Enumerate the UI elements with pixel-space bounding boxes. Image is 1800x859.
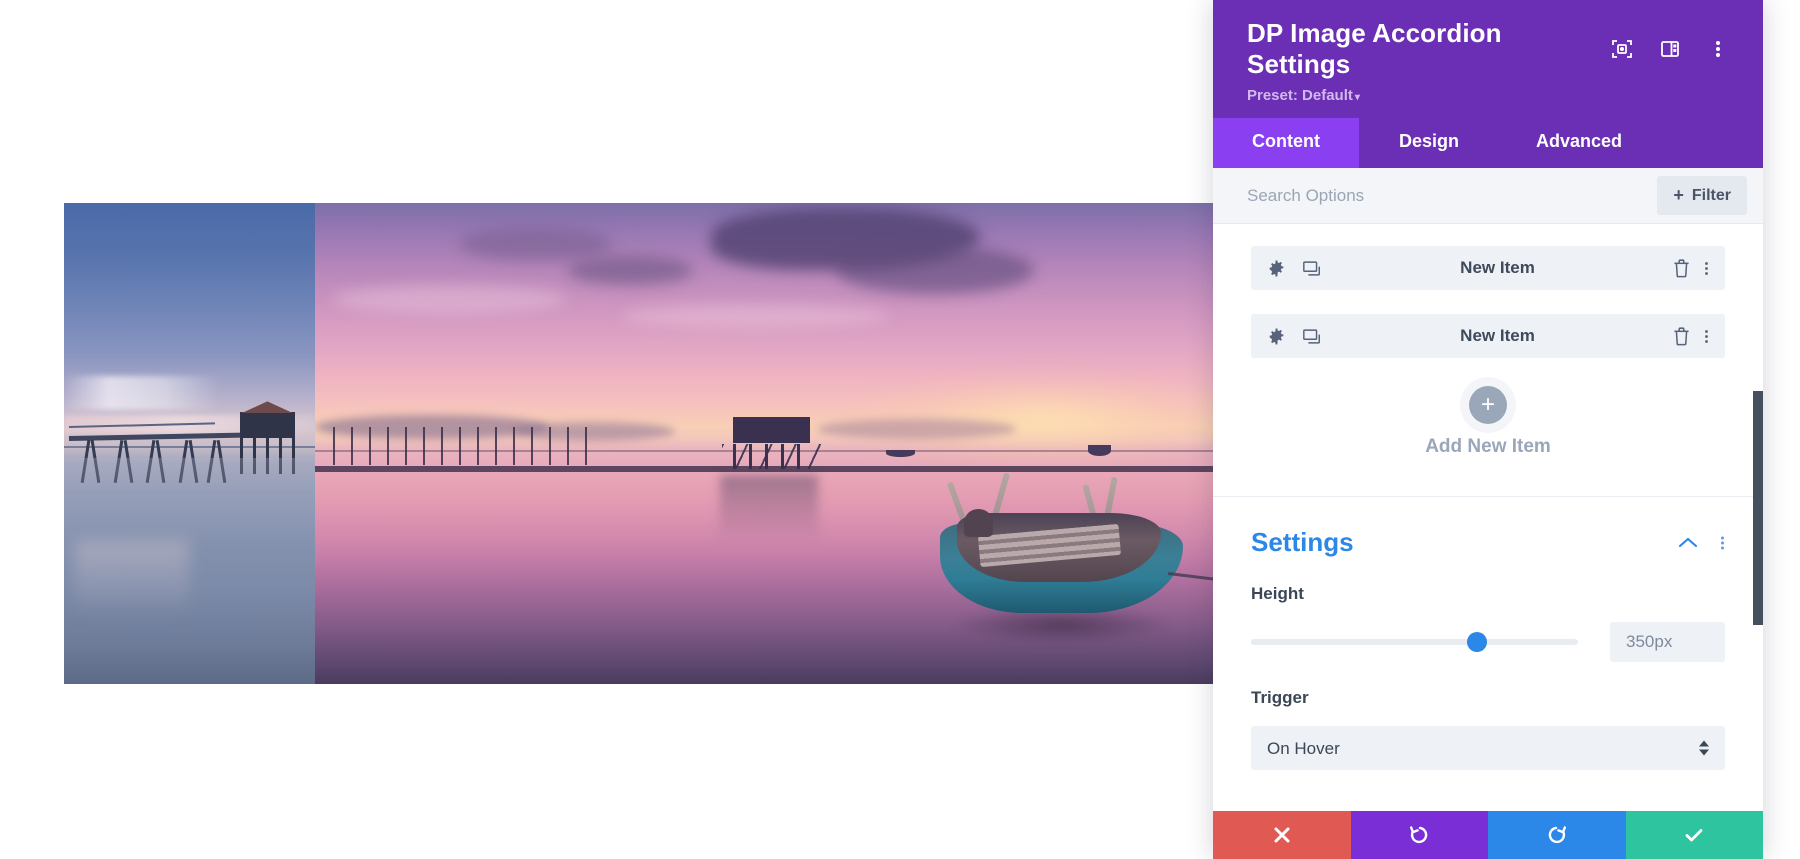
filter-label: Filter bbox=[1691, 186, 1731, 204]
chevron-up-icon[interactable] bbox=[1678, 536, 1698, 549]
search-input[interactable] bbox=[1247, 185, 1658, 206]
action-bar bbox=[1213, 811, 1763, 859]
panel-body: New Item New Item + Add New Item Setting… bbox=[1213, 224, 1763, 811]
preset-selector[interactable]: Preset: Default ▾ bbox=[1247, 87, 1729, 104]
plus-icon: + bbox=[1673, 185, 1684, 206]
add-new-item-button[interactable]: + Add New Item bbox=[1251, 382, 1725, 488]
kebab-menu-icon[interactable] bbox=[1707, 38, 1729, 60]
items-list: New Item New Item + Add New Item bbox=[1213, 224, 1763, 498]
undo-button[interactable] bbox=[1350, 811, 1488, 859]
panel-scrollbar[interactable] bbox=[1753, 391, 1763, 626]
pier-twilight-image bbox=[64, 203, 315, 684]
height-field: Height bbox=[1251, 584, 1725, 663]
add-new-item-label: Add New Item bbox=[1425, 436, 1551, 458]
item-label: New Item bbox=[1460, 258, 1535, 278]
kebab-menu-icon[interactable] bbox=[1704, 327, 1709, 346]
trash-icon[interactable] bbox=[1673, 327, 1690, 346]
plus-icon[interactable]: + bbox=[1469, 386, 1507, 425]
gear-icon[interactable] bbox=[1267, 259, 1286, 278]
trigger-label: Trigger bbox=[1251, 688, 1309, 708]
accordion-pane-sunset-boat[interactable] bbox=[315, 203, 1214, 684]
preset-label: Preset: Default bbox=[1247, 87, 1353, 105]
image-accordion-preview bbox=[64, 203, 1214, 684]
kebab-menu-icon[interactable] bbox=[1720, 533, 1725, 553]
height-input[interactable] bbox=[1610, 622, 1725, 663]
save-button[interactable] bbox=[1625, 811, 1763, 859]
settings-panel: DP Image Accordion Settings Preset: Defa… bbox=[1213, 0, 1763, 859]
table-row[interactable]: New Item bbox=[1251, 314, 1725, 359]
trigger-select[interactable]: On HoverOn Click bbox=[1251, 726, 1725, 771]
height-slider-knob[interactable] bbox=[1466, 632, 1487, 653]
panel-title: DP Image Accordion Settings bbox=[1247, 18, 1502, 80]
tab-content[interactable]: Content bbox=[1213, 118, 1359, 169]
sunset-boat-image bbox=[315, 203, 1214, 684]
settings-section: Settings Height 350px Trigger On Hover bbox=[1213, 497, 1763, 771]
tab-advanced[interactable]: Advanced bbox=[1499, 118, 1659, 168]
gear-icon[interactable] bbox=[1267, 327, 1286, 346]
trash-icon[interactable] bbox=[1673, 259, 1690, 278]
duplicate-icon[interactable] bbox=[1302, 327, 1322, 346]
kebab-menu-icon[interactable] bbox=[1704, 259, 1709, 278]
screen: DP Image Accordion Settings Preset: Defa… bbox=[0, 0, 1800, 859]
tab-design[interactable]: Design bbox=[1359, 118, 1499, 168]
redo-button[interactable] bbox=[1488, 811, 1626, 859]
panel-header: DP Image Accordion Settings Preset: Defa… bbox=[1213, 0, 1763, 119]
trigger-field: Trigger On HoverOn Click bbox=[1251, 688, 1725, 771]
height-slider[interactable] bbox=[1251, 632, 1578, 653]
panel-tabs: Content Design Advanced bbox=[1213, 118, 1763, 169]
height-label: Height bbox=[1251, 584, 1304, 604]
table-row[interactable]: New Item bbox=[1251, 246, 1725, 291]
filter-button[interactable]: + Filter bbox=[1657, 176, 1747, 216]
layout-panel-icon[interactable] bbox=[1659, 38, 1681, 60]
chevron-down-icon: ▾ bbox=[1354, 92, 1360, 104]
item-label: New Item bbox=[1460, 326, 1535, 346]
duplicate-icon[interactable] bbox=[1302, 259, 1322, 278]
section-title: Settings bbox=[1251, 527, 1354, 558]
search-bar: + Filter bbox=[1213, 168, 1763, 225]
accordion-pane-pier-twilight[interactable] bbox=[64, 203, 315, 684]
focus-icon[interactable] bbox=[1611, 38, 1633, 60]
boat-silhouette bbox=[939, 468, 1214, 645]
cancel-button[interactable] bbox=[1213, 811, 1351, 859]
